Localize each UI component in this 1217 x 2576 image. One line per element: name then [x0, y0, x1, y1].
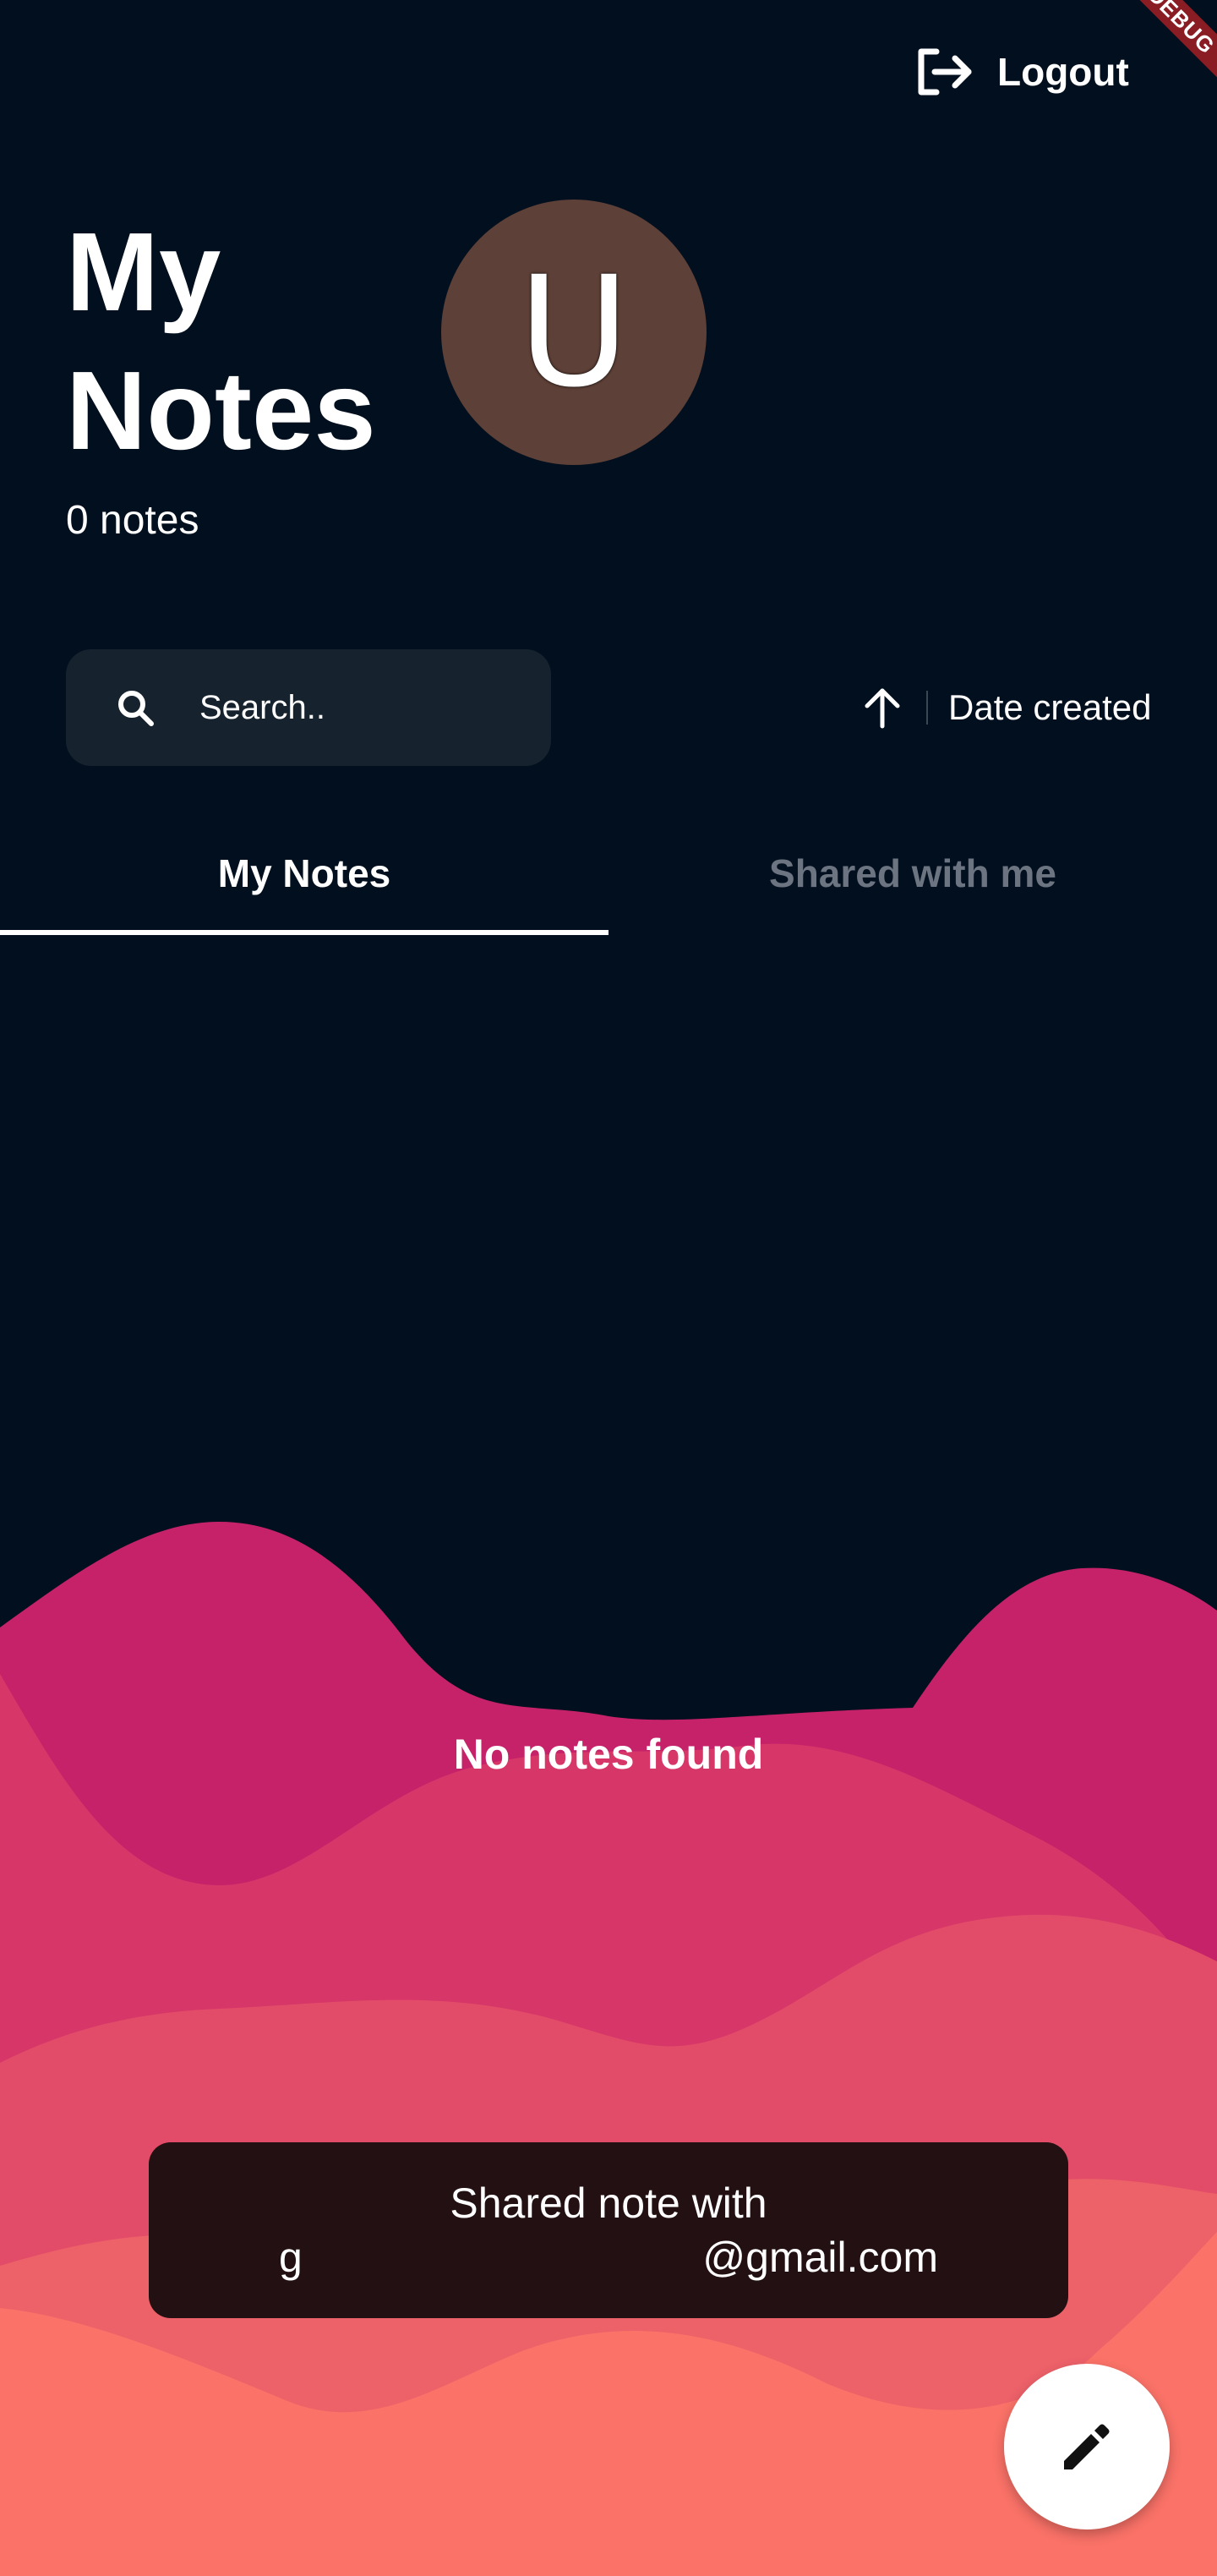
empty-state-message: No notes found	[453, 1731, 764, 1778]
page-title-line-1: My	[66, 210, 221, 334]
tab-shared-with-me[interactable]: Shared with me	[608, 837, 1217, 935]
snackbar: Shared note with g @gmail.com	[149, 2142, 1068, 2318]
snackbar-line-2: g @gmail.com	[279, 2230, 938, 2284]
sort-divider	[926, 691, 928, 725]
avatar-initial: U	[518, 243, 630, 421]
search-field[interactable]	[66, 649, 551, 766]
pencil-icon	[1064, 2424, 1110, 2469]
search-input[interactable]	[199, 688, 521, 727]
notes-count: 0 notes	[66, 498, 199, 543]
debug-banner: DEBUG	[1116, 0, 1217, 101]
new-note-button[interactable]	[1004, 2364, 1170, 2530]
tab-my-notes[interactable]: My Notes	[0, 837, 608, 935]
page-title-line-2: Notes	[66, 348, 376, 473]
logout-icon	[918, 48, 972, 96]
snackbar-email-start: g	[279, 2234, 303, 2281]
snackbar-line-1: Shared note with	[450, 2179, 767, 2227]
page-title: My Notes	[66, 203, 421, 480]
sort-control[interactable]: Date created	[859, 676, 1151, 739]
tab-bar: My Notes Shared with me	[0, 837, 1217, 935]
arrow-up-icon[interactable]	[859, 684, 906, 731]
sort-label[interactable]: Date created	[948, 687, 1151, 728]
debug-banner-label: DEBUG	[1116, 0, 1217, 91]
logout-label: Logout	[997, 50, 1129, 94]
snackbar-email-end: @gmail.com	[702, 2234, 938, 2281]
avatar[interactable]: U	[441, 200, 707, 465]
search-icon	[118, 691, 154, 726]
logout-button[interactable]: Logout	[914, 42, 1129, 101]
